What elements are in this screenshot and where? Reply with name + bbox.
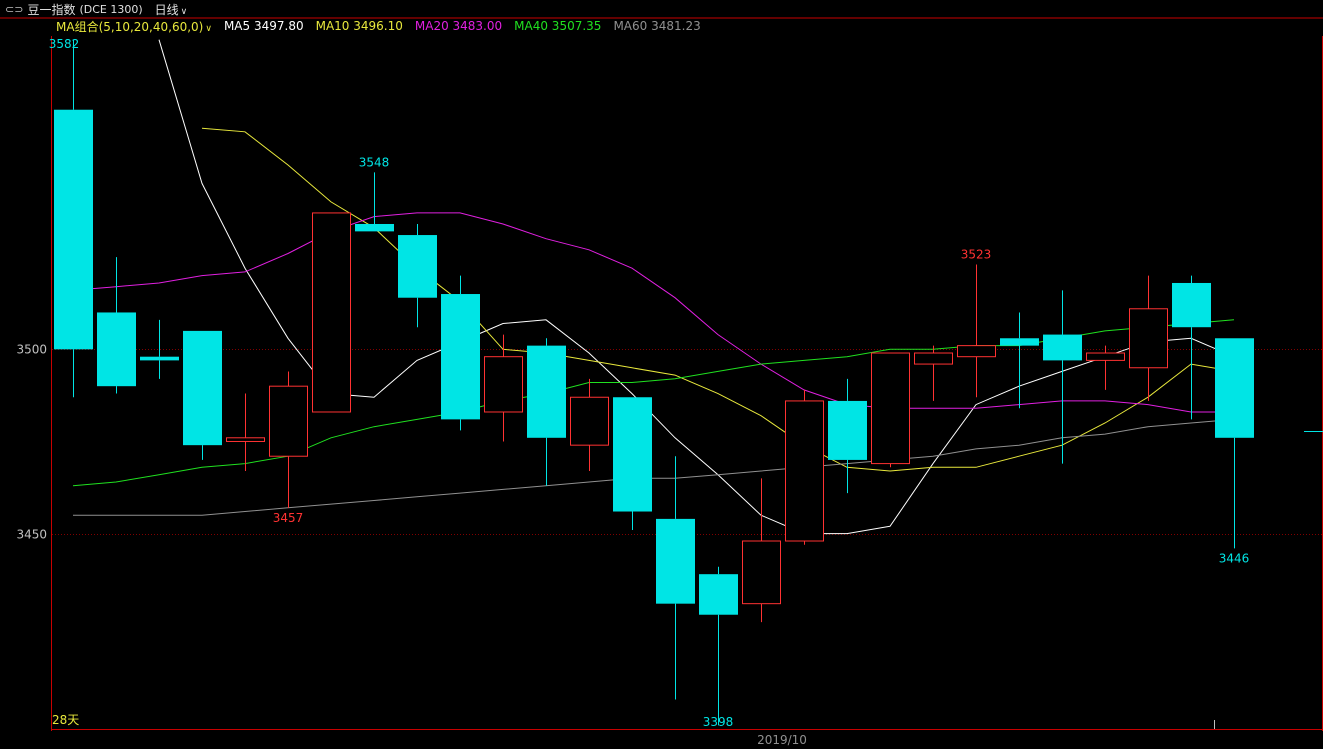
candle-body-up xyxy=(269,385,308,457)
candle xyxy=(54,39,93,398)
candle-body-up xyxy=(871,352,910,465)
candlestick-chart: 3450 3500 3582 3548 3457 3398 3523 3446 28天 20… xyxy=(0,17,1323,747)
candle xyxy=(226,393,265,471)
y-axis-tick-labels: 3450 3500 xyxy=(16,343,47,542)
candle-body-down xyxy=(441,294,480,420)
ma10-value: MA10 3496.10 xyxy=(315,19,403,33)
candle-body-down xyxy=(97,312,136,387)
candle xyxy=(914,345,953,401)
candle-body-down xyxy=(1000,338,1039,346)
candle xyxy=(312,212,351,413)
candle-body-down xyxy=(656,518,695,604)
candles xyxy=(54,39,1254,726)
symbol-code: (DCE 1300) xyxy=(79,2,143,16)
candle-body-down xyxy=(54,109,93,350)
candle-body-down xyxy=(398,235,437,298)
candle-body-down xyxy=(183,330,222,446)
candle-body-down xyxy=(140,356,179,361)
candle-body-down xyxy=(1172,282,1211,328)
price-annotations: 3582 3548 3457 3398 3523 3446 xyxy=(49,37,1250,729)
candle xyxy=(1129,275,1168,401)
candle xyxy=(97,257,136,394)
candle-body-up xyxy=(570,396,609,446)
candle-body-down xyxy=(1043,334,1082,361)
candle-body-up xyxy=(957,345,996,358)
candle-body-up xyxy=(785,400,824,542)
candle xyxy=(1215,338,1254,549)
corner-days-label: 28天 xyxy=(52,713,79,727)
ma40-value: MA40 3507.35 xyxy=(514,19,602,33)
y-tick-label: 3500 xyxy=(16,343,47,357)
candle xyxy=(957,264,996,398)
candle-body-up xyxy=(312,212,351,413)
candle xyxy=(699,566,738,726)
candle xyxy=(613,397,652,530)
symbol-name: 豆一指数 xyxy=(27,2,76,17)
candle xyxy=(656,456,695,700)
x-axis-date-label: 2019/10 xyxy=(757,733,807,747)
candle xyxy=(527,338,566,486)
chevron-down-icon[interactable]: ∨ xyxy=(181,7,188,17)
low-price-label: 3446 xyxy=(1219,551,1250,565)
candle xyxy=(1000,312,1039,409)
candle xyxy=(183,330,222,460)
ma60-line xyxy=(73,418,1235,516)
high-price-label: 3523 xyxy=(961,248,992,262)
candle xyxy=(355,172,394,232)
ma10-line xyxy=(201,127,1235,472)
candle-body-up xyxy=(226,437,265,442)
title-bar: ⊂⊃ 豆一指数 (DCE 1300) 日线 ∨ xyxy=(0,0,1323,18)
period-label: 日线 xyxy=(154,2,179,17)
ma-legend-bar: MA组合(5,10,20,40,60,0) ∨ MA5 3497.80 MA10 … xyxy=(56,18,701,34)
high-price-label: 3548 xyxy=(359,155,390,169)
candle-body-down xyxy=(699,574,738,615)
candle xyxy=(398,223,437,328)
candle xyxy=(742,478,781,623)
candle xyxy=(269,371,308,508)
ma60-value: MA60 3481.23 xyxy=(613,19,701,33)
candle xyxy=(1172,275,1211,420)
chevron-down-icon[interactable]: ∨ xyxy=(205,24,212,34)
moving-average-lines xyxy=(72,39,1235,535)
ma-combo-selector[interactable]: MA组合(5,10,20,40,60,0) ∨ xyxy=(56,18,212,35)
high-price-label: 3582 xyxy=(49,37,80,51)
candle-body-down xyxy=(828,400,867,460)
candle xyxy=(871,352,910,468)
ma20-value: MA20 3483.00 xyxy=(414,19,503,33)
link-icon[interactable]: ⊂⊃ xyxy=(5,3,23,16)
low-price-label: 3398 xyxy=(703,715,734,729)
candle-body-up xyxy=(742,540,781,605)
candle xyxy=(570,378,609,471)
ma20-line xyxy=(72,212,1234,413)
low-price-label: 3457 xyxy=(273,511,304,525)
candle-body-up xyxy=(914,352,953,365)
candle-body-down xyxy=(355,223,394,232)
candle-body-up xyxy=(1129,308,1168,369)
candle-body-up xyxy=(1086,352,1125,361)
ma-combo-label: MA组合(5,10,20,40,60,0) xyxy=(56,19,204,34)
y-tick-label: 3450 xyxy=(16,528,47,542)
ma5-value: MA5 3497.80 xyxy=(223,19,304,33)
candle xyxy=(828,378,867,494)
candle-body-down xyxy=(1215,338,1254,438)
period-selector[interactable]: 日线 ∨ xyxy=(155,1,188,18)
candle-body-down xyxy=(527,345,566,438)
candle-body-down xyxy=(613,397,652,512)
candle xyxy=(441,275,480,431)
price-grid xyxy=(52,349,1322,535)
candle xyxy=(785,389,824,545)
candle-body-up xyxy=(484,356,523,413)
